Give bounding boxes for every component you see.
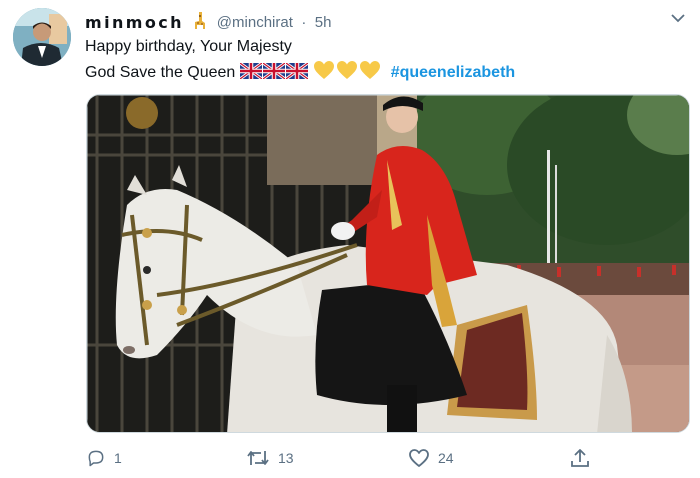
yellow-heart-icon	[360, 61, 381, 79]
giraffe-icon	[190, 10, 208, 35]
tweet-photo[interactable]	[86, 94, 690, 433]
like-count: 24	[438, 450, 454, 466]
uk-flag-icon	[239, 63, 262, 79]
reply-button[interactable]: 1	[86, 446, 122, 470]
tweet-line-1: Happy birthday, Your Majesty	[85, 38, 292, 55]
tweet-header: minmoch @minchirat · 5h	[85, 10, 331, 32]
reply-count: 1	[114, 450, 122, 466]
user-handle[interactable]: @minchirat	[217, 14, 293, 31]
hearts	[313, 61, 386, 81]
share-icon	[571, 449, 589, 467]
uk-flag-icon	[262, 63, 285, 79]
reply-icon	[88, 450, 104, 467]
share-button[interactable]	[570, 446, 598, 470]
tweet-text: Happy birthday, Your Majesty God Save th…	[85, 36, 515, 84]
avatar[interactable]	[13, 8, 71, 66]
tweet[interactable]: minmoch @minchirat · 5h Happy birthday, …	[0, 0, 700, 478]
display-name[interactable]: minmoch	[85, 13, 184, 32]
like-button[interactable]: 24	[408, 446, 454, 470]
queen-on-horse-photo	[87, 95, 689, 432]
tweet-line-2: God Save the Queen #queenelizabeth	[85, 60, 515, 84]
timestamp[interactable]: 5h	[315, 14, 332, 31]
tweet-line-2-text: God Save the Queen	[85, 64, 236, 81]
retweet-count: 13	[278, 450, 294, 466]
uk-flag-icon	[285, 63, 308, 79]
separator-dot: ·	[301, 14, 307, 31]
yellow-heart-icon	[314, 61, 335, 79]
heart-icon	[409, 449, 429, 467]
tweet-actions: 1 13 24	[86, 446, 646, 470]
chevron-down-icon[interactable]	[670, 10, 686, 26]
retweet-button[interactable]: 13	[246, 446, 294, 470]
retweet-icon	[247, 451, 269, 465]
avatar-image	[13, 8, 71, 66]
hashtag-link[interactable]: #queenelizabeth	[391, 64, 515, 81]
yellow-heart-icon	[337, 61, 358, 79]
flags	[239, 63, 313, 81]
